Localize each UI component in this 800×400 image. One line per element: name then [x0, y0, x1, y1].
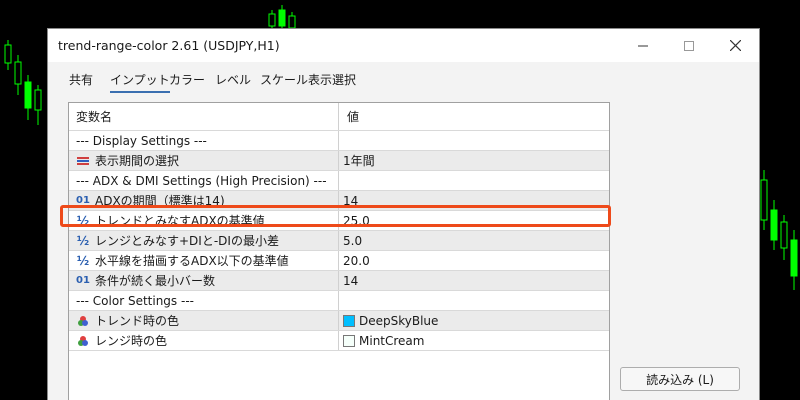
row-name: トレンド時の色 — [95, 314, 180, 328]
table-row[interactable]: トレンド時の色 DeepSkyBlue — [69, 311, 609, 331]
row-value[interactable]: 14 — [343, 194, 358, 208]
row-name: --- ADX & DMI Settings (High Precision) … — [76, 173, 327, 188]
double-icon: ½ — [76, 253, 90, 268]
title-bar[interactable]: trend-range-color 2.61 (USDJPY,H1) — [48, 29, 759, 62]
close-icon — [729, 40, 741, 51]
table-row[interactable]: --- Color Settings --- — [69, 291, 609, 311]
row-name: --- Color Settings --- — [76, 293, 194, 308]
column-header-variable[interactable]: 変数名 — [69, 103, 339, 130]
double-icon: ½ — [76, 213, 90, 228]
maximize-button[interactable] — [666, 29, 712, 62]
tab-colors[interactable]: カラー — [169, 71, 205, 91]
color-swatch[interactable] — [343, 334, 355, 347]
table-row[interactable]: 01 条件が続く最小バー数 14 — [69, 271, 609, 291]
table-row[interactable]: 01 ADXの期間（標準は14) 14 — [69, 191, 609, 211]
table-row[interactable]: ½ 水平線を描画するADX以下の基準値 20.0 — [69, 251, 609, 271]
row-value[interactable]: 5.0 — [343, 234, 362, 248]
color-icon — [76, 335, 90, 347]
row-name: トレンドとみなすADXの基準値 — [95, 214, 265, 228]
table-row[interactable]: ½ レンジとみなす+DIと-DIの最小差 5.0 — [69, 231, 609, 251]
color-swatch[interactable] — [343, 314, 355, 327]
inputs-table: 変数名 値 --- Display Settings --- 表示期間の選択 1… — [68, 102, 610, 400]
row-value[interactable]: MintCream — [359, 334, 424, 348]
row-name: 条件が続く最小バー数 — [95, 274, 216, 288]
tab-common[interactable]: 共有 — [69, 71, 93, 91]
row-name: レンジとみなす+DIと-DIの最小差 — [95, 234, 279, 248]
row-name: 表示期間の選択 — [95, 154, 180, 168]
row-value[interactable]: 1年間 — [343, 152, 375, 169]
minimize-icon — [638, 45, 648, 46]
row-value[interactable]: 14 — [343, 274, 358, 288]
row-name: --- Display Settings --- — [76, 133, 207, 148]
row-value[interactable]: 25.0 — [343, 214, 370, 228]
enum-icon — [76, 156, 90, 166]
table-row[interactable]: --- ADX & DMI Settings (High Precision) … — [69, 171, 609, 191]
integer-icon: 01 — [76, 275, 90, 286]
row-name: レンジ時の色 — [95, 334, 168, 348]
window-title: trend-range-color 2.61 (USDJPY,H1) — [58, 38, 280, 53]
tab-inputs[interactable]: インプット — [110, 71, 170, 93]
row-name: ADXの期間（標準は14) — [95, 194, 225, 208]
table-header: 変数名 値 — [69, 103, 609, 131]
row-name: 水平線を描画するADX以下の基準値 — [95, 254, 289, 268]
double-icon: ½ — [76, 233, 90, 248]
close-button[interactable] — [712, 29, 758, 62]
indicator-properties-dialog: trend-range-color 2.61 (USDJPY,H1) 共有 イン… — [47, 28, 760, 400]
tab-bar: 共有 インプット カラー レベル スケール 表示選択 — [48, 67, 759, 93]
row-value[interactable]: DeepSkyBlue — [359, 314, 438, 328]
table-row[interactable]: --- Display Settings --- — [69, 131, 609, 151]
row-value[interactable]: 20.0 — [343, 254, 370, 268]
tab-visualization[interactable]: 表示選択 — [308, 71, 356, 91]
tab-levels[interactable]: レベル — [215, 71, 251, 91]
color-icon — [76, 315, 90, 327]
maximize-icon — [684, 40, 694, 51]
minimize-button[interactable] — [620, 29, 666, 62]
load-button[interactable]: 読み込み (L) — [620, 367, 740, 391]
column-header-value[interactable]: 値 — [339, 103, 609, 130]
tab-scale[interactable]: スケール — [260, 71, 308, 91]
table-row[interactable]: 表示期間の選択 1年間 — [69, 151, 609, 171]
table-row[interactable]: レンジ時の色 MintCream — [69, 331, 609, 351]
table-row[interactable]: ½ トレンドとみなすADXの基準値 25.0 — [69, 211, 609, 231]
integer-icon: 01 — [76, 195, 90, 206]
